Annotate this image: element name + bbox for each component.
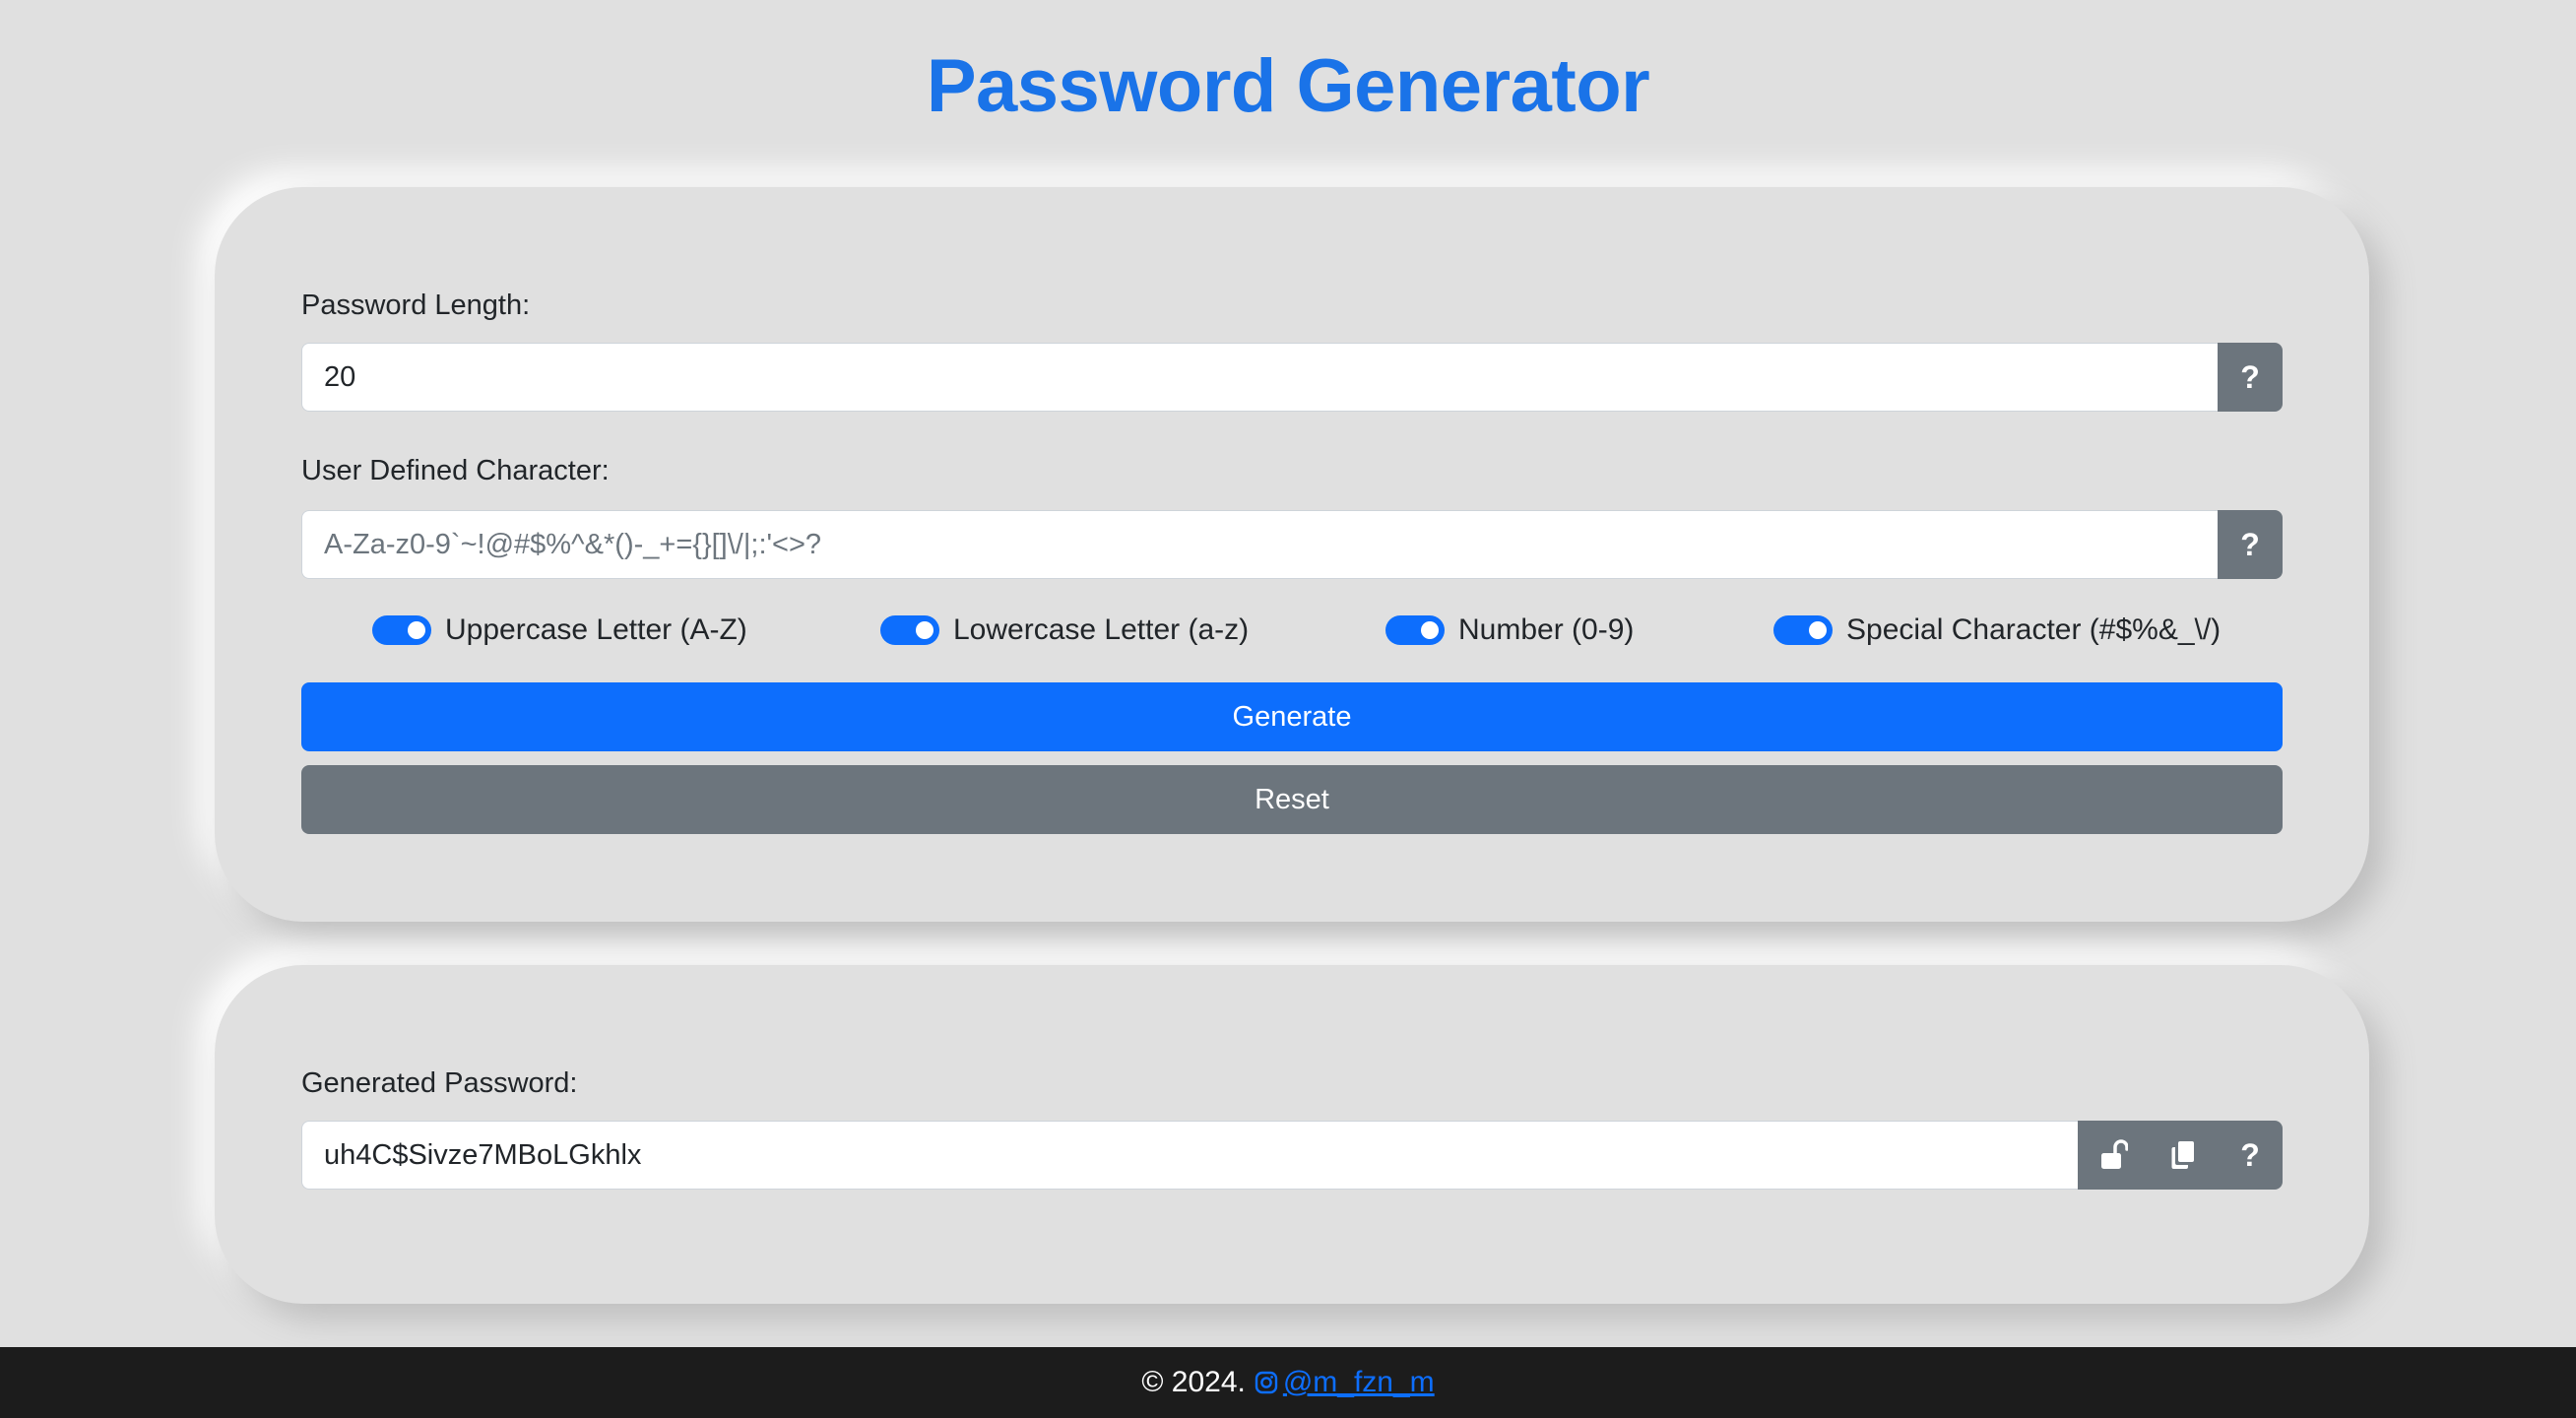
instagram-icon [1254,1370,1283,1395]
special-character-toggle[interactable] [1773,615,1833,645]
password-length-input[interactable] [301,343,2218,412]
toggle-knob [408,621,425,639]
page-title: Password Generator [926,44,1650,128]
toggle-knob [1809,621,1827,639]
output-card: Generated Password: ? [215,965,2369,1304]
unlock-icon [2098,1139,2128,1171]
lowercase-toggle[interactable] [880,615,939,645]
number-switch[interactable]: Number (0-9) [1385,609,1634,652]
password-length-group: ? [301,343,2283,412]
toggle-visibility-button[interactable] [2078,1121,2149,1190]
toggle-knob [1421,621,1439,639]
user-defined-character-group: ? [301,510,2283,579]
special-character-switch-label: Special Character (#$%&_\/) [1846,613,2222,646]
uppercase-toggle[interactable] [372,615,431,645]
generated-password-help-button[interactable]: ? [2218,1121,2283,1190]
uppercase-switch-label: Uppercase Letter (A-Z) [445,613,747,646]
lowercase-switch-label: Lowercase Letter (a-z) [953,613,1250,646]
user-defined-character-help-button[interactable]: ? [2218,510,2283,579]
instagram-link[interactable]: @m_fzn_m [1254,1366,1435,1399]
password-length-label: Password Length: [301,290,531,321]
reset-button[interactable]: Reset [301,765,2283,834]
lowercase-switch[interactable]: Lowercase Letter (a-z) [880,609,1249,652]
footer: © 2024. @m_fzn_m [0,1347,2576,1418]
settings-card: Password Length: ? User Defined Characte… [215,187,2369,922]
generated-password-group: ? [301,1121,2283,1190]
copy-password-button[interactable] [2149,1121,2218,1190]
copy-icon [2169,1139,2197,1171]
uppercase-switch[interactable]: Uppercase Letter (A-Z) [372,609,747,652]
number-toggle[interactable] [1385,615,1445,645]
number-switch-label: Number (0-9) [1458,613,1635,646]
special-character-switch[interactable]: Special Character (#$%&_\/) [1773,609,2221,652]
generate-button[interactable]: Generate [301,682,2283,751]
user-defined-character-input[interactable] [301,510,2218,579]
instagram-handle: @m_fzn_m [1282,1366,1435,1398]
user-defined-character-label: User Defined Character: [301,455,610,486]
toggle-knob [916,621,934,639]
password-length-help-button[interactable]: ? [2218,343,2283,412]
generated-password-label: Generated Password: [301,1067,578,1099]
copyright-text: © 2024. [1141,1366,1246,1398]
character-options: Uppercase Letter (A-Z) Lowercase Letter … [301,609,2283,652]
generated-password-output[interactable] [301,1121,2078,1190]
